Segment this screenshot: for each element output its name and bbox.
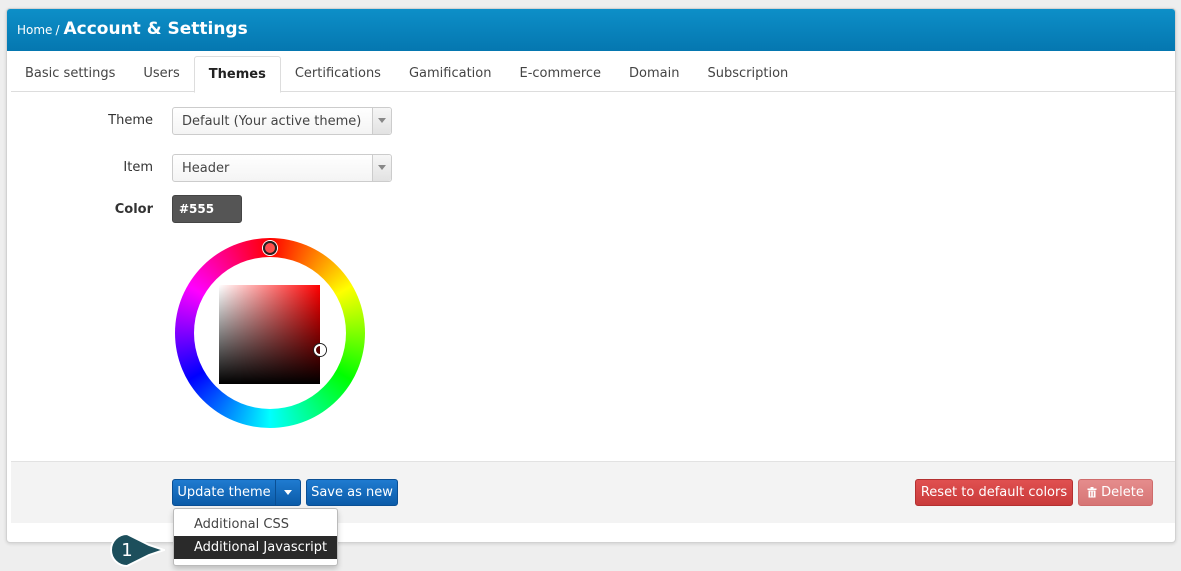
update-theme-dropdown-toggle[interactable] xyxy=(275,479,301,506)
tab-domain[interactable]: Domain xyxy=(615,56,693,92)
menu-item-additional-css[interactable]: Additional CSS xyxy=(174,513,337,536)
breadcrumb-separator: / xyxy=(55,23,60,37)
hue-marker-handle[interactable] xyxy=(263,241,277,255)
breadcrumb-home-link[interactable]: Home xyxy=(17,23,52,37)
chevron-down-icon xyxy=(378,165,386,170)
saturation-marker-handle[interactable] xyxy=(314,344,326,356)
page-title: Account & Settings xyxy=(63,19,248,39)
theme-select-arrow xyxy=(372,108,391,134)
menu-item-additional-javascript[interactable]: Additional Javascript xyxy=(174,536,337,559)
color-label: Color xyxy=(114,202,153,217)
theme-select[interactable]: Default (Your active theme) xyxy=(172,107,392,135)
delete-label: Delete xyxy=(1101,485,1144,500)
tab-users[interactable]: Users xyxy=(129,56,193,92)
settings-tabs: Basic settings Users Themes Certificatio… xyxy=(11,56,1175,93)
tab-certifications[interactable]: Certifications xyxy=(281,56,395,92)
tab-basic-settings[interactable]: Basic settings xyxy=(11,56,129,92)
update-theme-dropdown-menu: Additional CSS Additional Javascript xyxy=(173,508,338,566)
theme-select-value: Default (Your active theme) xyxy=(182,114,362,129)
saturation-value-square[interactable] xyxy=(219,285,320,384)
tab-e-commerce[interactable]: E-commerce xyxy=(505,56,615,92)
color-input[interactable]: #555 xyxy=(172,195,242,223)
delete-button[interactable]: Delete xyxy=(1078,479,1153,506)
callout-number: 1 xyxy=(121,540,132,561)
tab-subscription[interactable]: Subscription xyxy=(693,56,802,92)
theme-label: Theme xyxy=(108,113,153,128)
page-header: Home / Account & Settings xyxy=(7,9,1175,51)
trash-icon xyxy=(1087,487,1097,498)
tab-themes[interactable]: Themes xyxy=(193,56,281,93)
caret-down-icon xyxy=(284,490,292,495)
chevron-down-icon xyxy=(378,118,386,123)
item-select[interactable]: Header xyxy=(172,154,392,182)
item-label: Item xyxy=(123,160,153,175)
reset-default-colors-button[interactable]: Reset to default colors xyxy=(915,479,1073,506)
step-callout-marker: 1 xyxy=(110,532,165,568)
settings-card: Home / Account & Settings Basic settings… xyxy=(6,8,1176,566)
save-as-new-button[interactable]: Save as new xyxy=(306,479,398,506)
update-theme-button[interactable]: Update theme xyxy=(172,479,276,506)
item-select-arrow xyxy=(372,155,391,181)
item-select-value: Header xyxy=(182,161,230,176)
tab-gamification[interactable]: Gamification xyxy=(395,56,506,92)
